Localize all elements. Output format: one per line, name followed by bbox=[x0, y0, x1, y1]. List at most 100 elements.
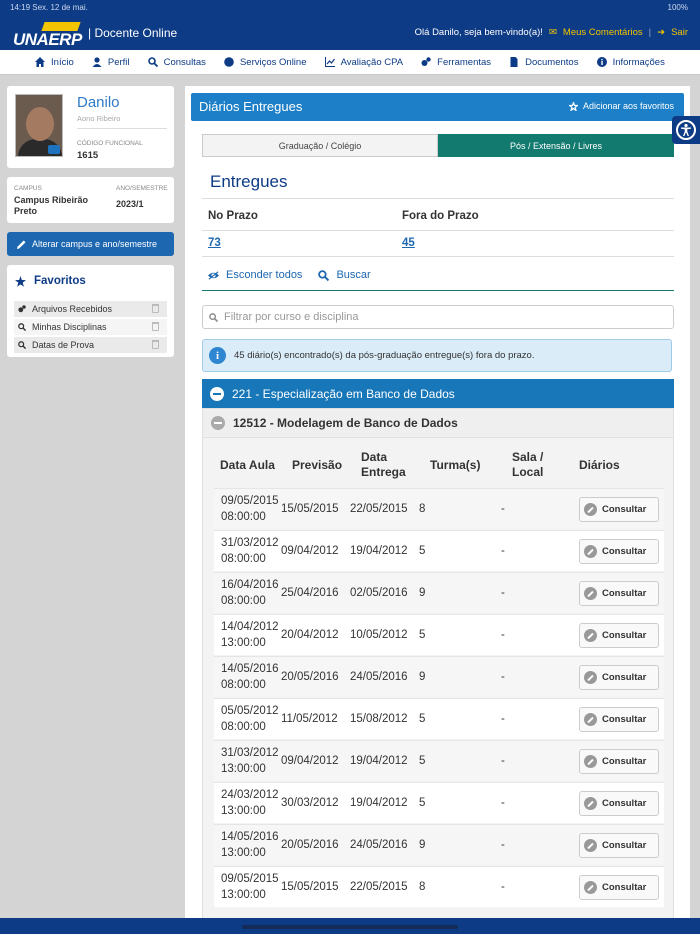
nav-informacoes[interactable]: Informações bbox=[596, 57, 665, 68]
profile-subtitle: Aono Ribeiro bbox=[77, 114, 121, 123]
accessibility-button[interactable] bbox=[672, 116, 700, 144]
edit-icon bbox=[584, 587, 597, 600]
pencil-icon bbox=[17, 239, 26, 249]
trash-icon[interactable] bbox=[152, 322, 159, 331]
top-header: 14:19 Sex. 12 de mai. 100% UNAERP | Doce… bbox=[0, 0, 700, 50]
avatar[interactable] bbox=[15, 94, 63, 157]
cell-forecast: 20/05/2016 bbox=[281, 671, 339, 683]
tab-pos-extensao[interactable]: Pós / Extensão / Livres bbox=[438, 134, 674, 157]
info-icon bbox=[596, 57, 607, 67]
edit-icon bbox=[584, 881, 597, 894]
col-header-delivery: Data Entrega bbox=[361, 450, 406, 479]
nav-inicio[interactable]: Início bbox=[35, 57, 74, 68]
cell-time: 08:00:00 bbox=[221, 511, 266, 523]
favorite-item-arquivos[interactable]: Arquivos Recebidos bbox=[14, 301, 167, 317]
table-row: 14/05/2016 08:00:00 20/05/2016 24/05/2016 9 -… bbox=[214, 656, 664, 697]
cell-time: 08:00:00 bbox=[221, 721, 266, 733]
cell-delivery: 24/05/2016 bbox=[350, 671, 408, 683]
nav-avaliacao-cpa[interactable]: Avaliação CPA bbox=[324, 56, 404, 68]
consult-label: Consultar bbox=[602, 714, 647, 725]
table-row: 24/03/2012 13:00:00 30/03/2012 19/04/2012 5 -… bbox=[214, 782, 664, 823]
change-campus-button[interactable]: Alterar campus e ano/semestre bbox=[7, 232, 174, 256]
star-outline-icon bbox=[568, 101, 578, 111]
campus-label: CAMPUS bbox=[14, 185, 42, 192]
trash-icon[interactable] bbox=[152, 340, 159, 349]
collapse-icon[interactable] bbox=[210, 386, 224, 401]
cell-time: 13:00:00 bbox=[221, 847, 266, 859]
cell-class: 8 bbox=[419, 503, 426, 515]
alert-text: 45 diário(s) encontrado(s) da pós-gradua… bbox=[234, 350, 535, 361]
profile-name: Danilo bbox=[77, 94, 120, 111]
nav-label: Consultas bbox=[163, 56, 206, 68]
table-row: 31/03/2012 13:00:00 09/04/2012 19/04/2012 5 -… bbox=[214, 740, 664, 781]
unaerp-logo[interactable]: UNAERP bbox=[13, 22, 82, 49]
cell-room: - bbox=[501, 671, 505, 683]
favorites-card: Favoritos Arquivos Recebidos Minhas Disc… bbox=[7, 265, 174, 357]
nav-servicos-online[interactable]: Serviços Online bbox=[224, 57, 306, 68]
divider bbox=[202, 256, 674, 257]
year-value: 2023/1 bbox=[116, 199, 144, 209]
nav-documentos[interactable]: Documentos bbox=[509, 57, 578, 68]
cell-delivery: 19/04/2012 bbox=[350, 755, 408, 767]
favorite-item-disciplinas[interactable]: Minhas Disciplinas bbox=[14, 319, 167, 335]
profile-card: Danilo Aono Ribeiro CÓDIGO FUNCIONAL 161… bbox=[7, 86, 174, 168]
nav-ferramentas[interactable]: Ferramentas bbox=[421, 57, 491, 68]
table-row: 31/03/2012 08:00:00 09/04/2012 19/04/2012 5 -… bbox=[214, 530, 664, 571]
search-icon bbox=[147, 57, 158, 67]
consult-button[interactable]: Consultar bbox=[579, 875, 659, 900]
cell-room: - bbox=[501, 503, 505, 515]
consult-button[interactable]: Consultar bbox=[579, 497, 659, 522]
cell-class: 9 bbox=[419, 587, 426, 599]
tab-graduacao[interactable]: Graduação / Colégio bbox=[202, 134, 438, 157]
table-row: 09/05/2015 08:00:00 15/05/2015 22/05/2015 8 -… bbox=[214, 488, 664, 529]
hide-all-button[interactable]: Esconder todos bbox=[208, 269, 302, 281]
divider bbox=[202, 198, 674, 199]
discipline-header[interactable]: 12512 - Modelagem de Banco de Dados bbox=[202, 408, 674, 438]
campus-value: Campus Ribeirão Preto bbox=[14, 195, 89, 216]
favorites-title: Favoritos bbox=[15, 275, 86, 287]
favorite-item-datas-prova[interactable]: Datas de Prova bbox=[14, 337, 167, 353]
cell-room: - bbox=[501, 755, 505, 767]
consult-button[interactable]: Consultar bbox=[579, 791, 659, 816]
collapse-icon[interactable] bbox=[211, 416, 225, 430]
cell-time: 13:00:00 bbox=[221, 889, 266, 901]
table-row: 16/04/2016 08:00:00 25/04/2016 02/05/2016 9 -… bbox=[214, 572, 664, 613]
nav-perfil[interactable]: Perfil bbox=[92, 57, 130, 68]
nav-consultas[interactable]: Consultas bbox=[147, 56, 206, 68]
consult-button[interactable]: Consultar bbox=[579, 665, 659, 690]
consult-button[interactable]: Consultar bbox=[579, 833, 659, 858]
cell-time: 08:00:00 bbox=[221, 595, 266, 607]
on-time-count-link[interactable]: 73 bbox=[208, 237, 221, 249]
logout-link[interactable]: Sair bbox=[671, 27, 688, 38]
course-title: 221 - Especialização em Banco de Dados bbox=[232, 386, 455, 401]
gears-icon bbox=[18, 305, 26, 313]
my-comments-link[interactable]: Meus Comentários bbox=[563, 27, 643, 38]
col-header-date: Data Aula bbox=[220, 458, 275, 472]
trash-icon[interactable] bbox=[152, 304, 159, 313]
cell-forecast: 20/05/2016 bbox=[281, 839, 339, 851]
discipline-title: 12512 - Modelagem de Banco de Dados bbox=[233, 416, 458, 430]
consult-button[interactable]: Consultar bbox=[579, 623, 659, 648]
consult-label: Consultar bbox=[602, 882, 647, 893]
cell-time: 13:00:00 bbox=[221, 805, 266, 817]
add-favorite-button[interactable]: Adicionar aos favoritos bbox=[568, 101, 674, 111]
nav-label: Documentos bbox=[525, 56, 579, 68]
cell-class: 5 bbox=[419, 713, 426, 725]
course-header[interactable]: 221 - Especialização em Banco de Dados bbox=[202, 379, 674, 408]
consult-button[interactable]: Consultar bbox=[579, 707, 659, 732]
search-button[interactable]: Buscar bbox=[318, 269, 371, 281]
star-icon bbox=[15, 275, 26, 287]
consult-button[interactable]: Consultar bbox=[579, 539, 659, 564]
consult-button[interactable]: Consultar bbox=[579, 749, 659, 774]
home-indicator[interactable] bbox=[242, 925, 458, 929]
cell-forecast: 30/03/2012 bbox=[281, 797, 339, 809]
globe-icon bbox=[224, 57, 234, 67]
cell-delivery: 24/05/2016 bbox=[350, 839, 408, 851]
filter-input[interactable]: Filtrar por curso e disciplina bbox=[202, 305, 674, 329]
nav-label: Avaliação CPA bbox=[340, 56, 404, 68]
cell-date: 16/04/2016 bbox=[221, 579, 279, 591]
camera-icon[interactable] bbox=[48, 145, 60, 154]
consult-button[interactable]: Consultar bbox=[579, 581, 659, 606]
late-label: Fora do Prazo bbox=[402, 210, 479, 222]
late-count-link[interactable]: 45 bbox=[402, 237, 415, 249]
